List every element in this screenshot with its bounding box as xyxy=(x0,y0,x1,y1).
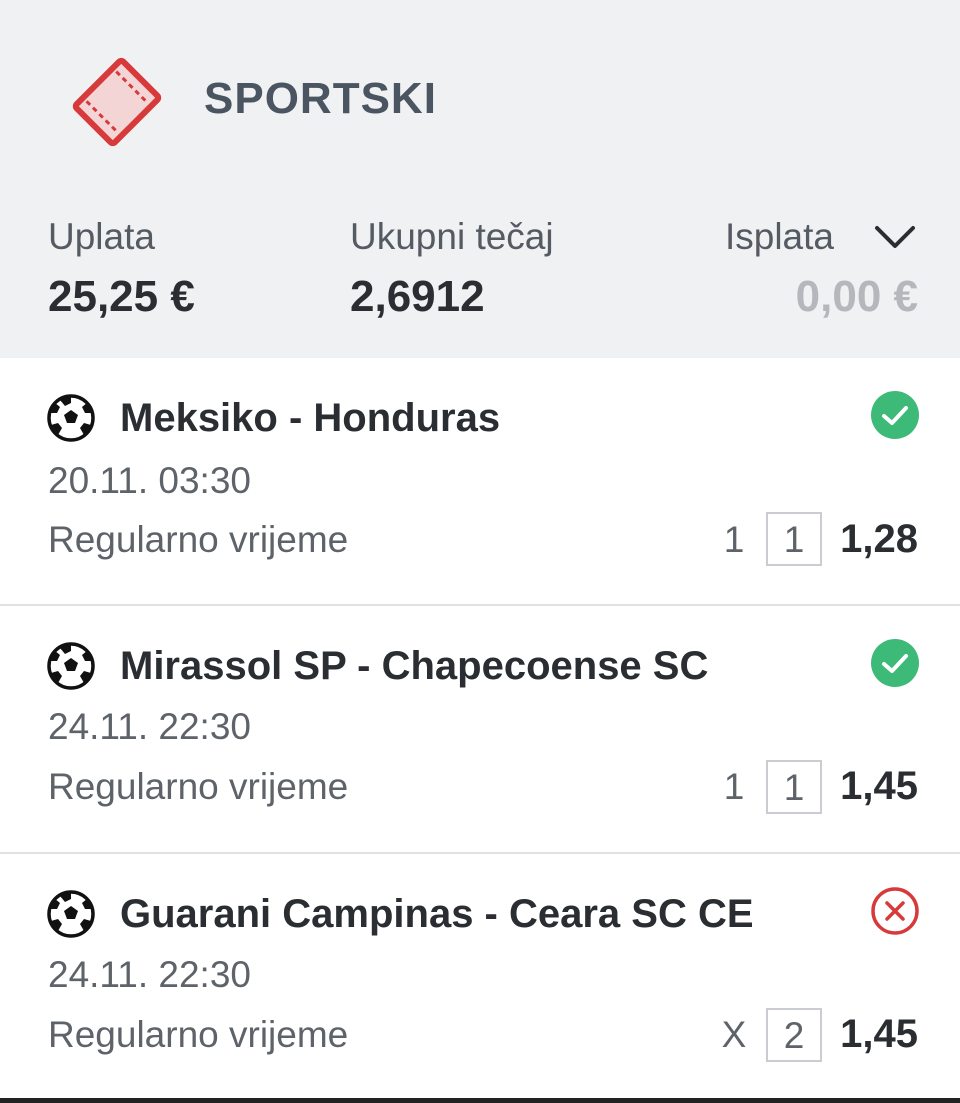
match-name: Mirassol SP - Chapecoense SC xyxy=(120,644,709,688)
match-name: Guarani Campinas - Ceara SC CE xyxy=(120,892,754,936)
payout-value: 0,00 € xyxy=(795,272,918,321)
soccer-ball-icon xyxy=(47,642,95,690)
match-date: 24.11. 22:30 xyxy=(48,954,251,995)
ticket-type-title: SPORTSKI xyxy=(204,74,437,123)
check-circle-icon xyxy=(871,391,919,439)
match-odds: 1,45 xyxy=(840,764,918,808)
outcome-box: 2 xyxy=(766,1008,822,1062)
match-row[interactable]: Mirassol SP - Chapecoense SC 24.11. 22:3… xyxy=(0,606,960,852)
check-circle-icon xyxy=(871,639,919,687)
market-label: Regularno vrijeme xyxy=(48,1014,349,1055)
outcome-box: 1 xyxy=(766,512,822,566)
match-odds: 1,45 xyxy=(840,1012,918,1056)
total-odds-value: 2,6912 xyxy=(350,272,485,321)
match-date: 24.11. 22:30 xyxy=(48,706,251,747)
outcome-box: 1 xyxy=(766,760,822,814)
match-date: 20.11. 03:30 xyxy=(48,460,251,501)
ticket-icon xyxy=(72,57,162,147)
match-odds: 1,28 xyxy=(840,517,918,561)
tip-label: 1 xyxy=(723,766,745,807)
ticket-header: SPORTSKI Uplata 25,25 € Ukupni tečaj 2,6… xyxy=(0,0,960,358)
soccer-ball-icon xyxy=(47,394,95,442)
soccer-ball-icon xyxy=(47,890,95,938)
chevron-down-icon[interactable] xyxy=(872,218,918,254)
total-odds-label: Ukupni tečaj xyxy=(350,216,554,257)
match-name: Meksiko - Honduras xyxy=(120,396,501,440)
market-label: Regularno vrijeme xyxy=(48,766,349,807)
tip-label: X xyxy=(721,1014,747,1055)
match-row[interactable]: Guarani Campinas - Ceara SC CE 24.11. 22… xyxy=(0,854,960,1100)
market-label: Regularno vrijeme xyxy=(48,519,349,560)
tip-label: 1 xyxy=(723,519,745,560)
bottom-divider xyxy=(0,1098,960,1103)
stake-label: Uplata xyxy=(48,216,155,257)
payout-label: Isplata xyxy=(724,216,834,257)
stake-value: 25,25 € xyxy=(48,272,195,321)
match-row[interactable]: Meksiko - Honduras 20.11. 03:30 Regularn… xyxy=(0,358,960,604)
x-circle-icon xyxy=(871,887,919,935)
